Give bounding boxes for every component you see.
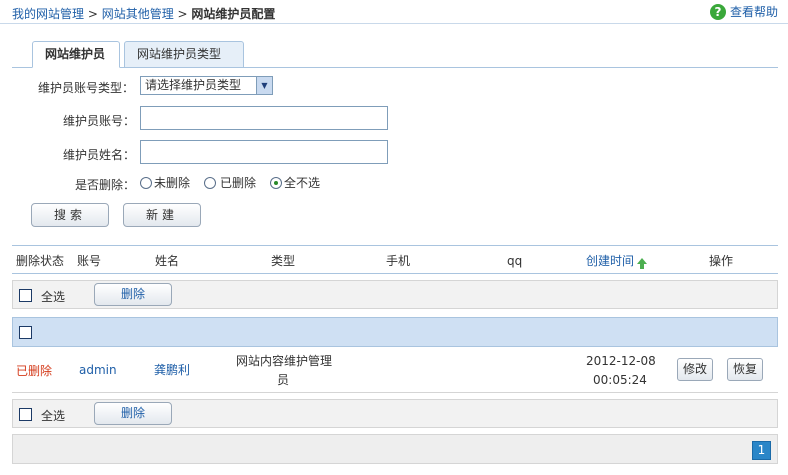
column-header-actions: 操作 <box>709 254 734 268</box>
sort-ascending-icon <box>637 258 648 269</box>
radio-circle[interactable] <box>204 176 217 189</box>
pagination-bar: 1 <box>12 434 778 464</box>
select-all-label: 全选 <box>41 290 66 304</box>
row-account[interactable]: admin <box>79 363 117 377</box>
help-link[interactable]: ? 查看帮助 <box>709 3 778 20</box>
radio-label: 全不选 <box>284 176 321 190</box>
account-type-label: 维护员账号类型： <box>38 81 135 95</box>
chevron-down-icon: ▼ <box>256 77 272 94</box>
name-label: 维护员姓名： <box>63 148 136 162</box>
column-header-qq: qq <box>507 254 523 268</box>
breadcrumb-my-site[interactable]: 我的网站管理 <box>12 7 84 21</box>
account-type-select-value: 请选择维护员类型 <box>145 78 242 92</box>
tab-maintainer-types[interactable]: 网站维护员类型 <box>124 41 244 68</box>
top-bulk-action-bar: 全选 删除 <box>12 280 778 309</box>
tab-maintainers[interactable]: 网站维护员 <box>32 41 120 68</box>
account-label: 维护员账号： <box>63 114 136 128</box>
row-type-line1: 网站内容维护管理 <box>236 354 333 368</box>
new-button[interactable]: 新建 <box>123 203 201 227</box>
bulk-delete-button[interactable]: 删除 <box>94 283 172 306</box>
row-checkbox[interactable] <box>19 326 32 339</box>
breadcrumb-separator: > <box>84 7 102 21</box>
bottom-bulk-action-bar: 全选 删除 <box>12 399 778 428</box>
tab-bar: 网站维护员 网站维护员类型 <box>12 41 778 68</box>
account-input[interactable] <box>140 106 388 130</box>
radio-not-deleted[interactable]: 未删除 <box>140 174 190 191</box>
restore-button[interactable]: 恢复 <box>727 358 763 381</box>
breadcrumb: 我的网站管理 > 网站其他管理 > 网站维护员配置 <box>12 5 275 22</box>
deleted-filter-radios: 未删除 已删除 全不选 <box>140 174 320 191</box>
column-header-name: 姓名 <box>155 254 180 268</box>
bulk-delete-button[interactable]: 删除 <box>94 402 172 425</box>
row-status: 已删除 <box>16 364 53 378</box>
radio-circle[interactable] <box>140 176 152 189</box>
top-bar: 我的网站管理 > 网站其他管理 > 网站维护员配置 ? 查看帮助 <box>0 0 788 24</box>
row-type-line2: 员 <box>277 373 290 387</box>
search-button[interactable]: 搜索 <box>31 203 109 227</box>
select-all-checkbox[interactable] <box>19 289 32 302</box>
radio-label: 已删除 <box>220 176 257 190</box>
help-icon: ? <box>709 3 726 20</box>
column-header-account: 账号 <box>77 254 102 268</box>
column-header-phone: 手机 <box>386 254 411 268</box>
column-header-type: 类型 <box>271 254 296 268</box>
breadcrumb-current: 网站维护员配置 <box>191 7 276 21</box>
table-row: 已删除 admin 龚鹏利 网站内容维护管理 员 2012-12-08 00:0… <box>12 347 778 393</box>
account-type-select[interactable]: 请选择维护员类型 ▼ <box>140 76 273 95</box>
breadcrumb-separator: > <box>173 7 192 21</box>
radio-circle-checked[interactable] <box>270 176 283 189</box>
page-number-current[interactable]: 1 <box>752 441 771 460</box>
row-name[interactable]: 龚鹏利 <box>154 361 190 378</box>
select-all-label: 全选 <box>41 409 66 423</box>
radio-none[interactable]: 全不选 <box>270 174 320 191</box>
radio-label: 未删除 <box>154 176 191 190</box>
column-header-status: 删除状态 <box>16 254 65 268</box>
sort-column-label: 创建时间 <box>586 254 635 268</box>
breadcrumb-other-management[interactable]: 网站其他管理 <box>102 7 174 21</box>
radio-deleted[interactable]: 已删除 <box>204 174 256 191</box>
edit-button[interactable]: 修改 <box>677 358 713 381</box>
row-created-time: 00:05:24 <box>593 373 647 387</box>
help-label: 查看帮助 <box>729 5 778 19</box>
column-header-created-time[interactable]: 创建时间 <box>586 252 648 269</box>
row-created-date: 2012-12-08 <box>586 354 656 368</box>
deleted-filter-label: 是否删除： <box>75 178 136 192</box>
table-header: 删除状态 账号 姓名 类型 手机 qq 创建时间 操作 <box>12 245 778 274</box>
row-group-header <box>12 317 778 347</box>
select-all-checkbox[interactable] <box>19 408 32 421</box>
name-input[interactable] <box>140 140 388 164</box>
